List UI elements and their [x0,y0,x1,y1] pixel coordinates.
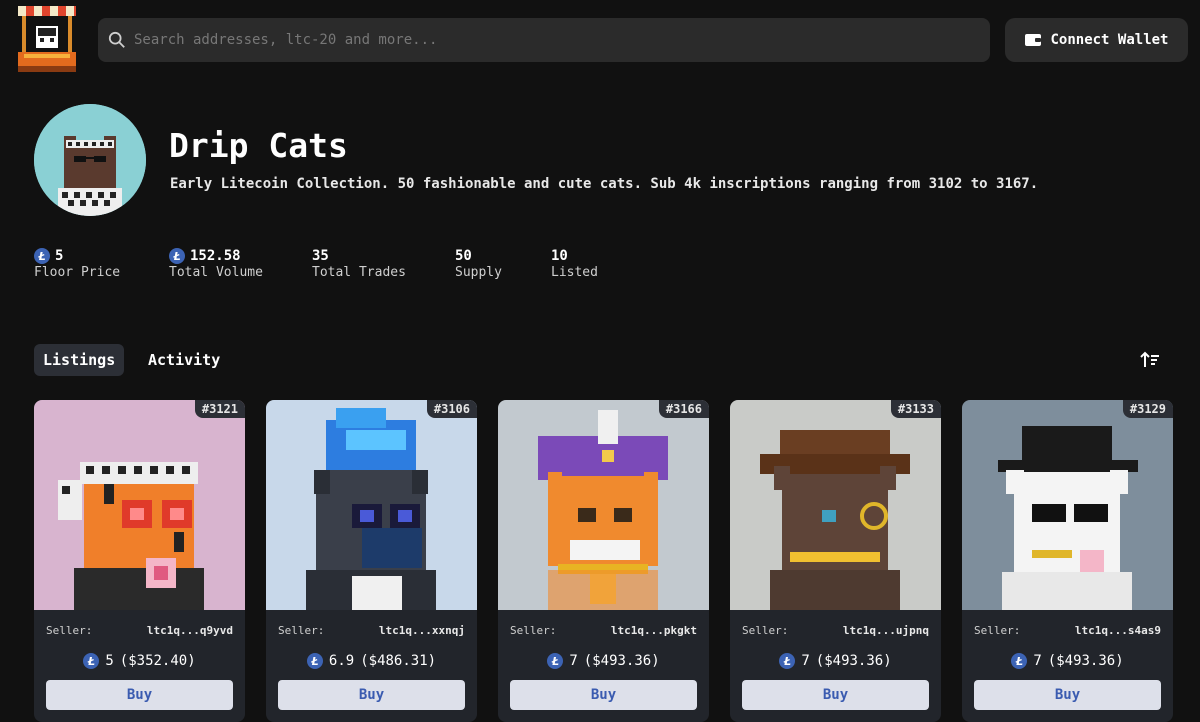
seller-label: Seller: [278,624,325,637]
litecoin-icon: Ł [779,653,796,669]
collection-title: Drip Cats [169,126,348,165]
stat-total-volume: Ł 152.58 Total Volume [169,248,263,280]
seller-address[interactable]: ltc1q...ujpnq [843,624,929,637]
inscription-badge: #3133 [890,400,941,418]
stat-value: 50 [455,248,472,264]
nft-image[interactable]: #3106 [266,400,477,610]
collection-avatar [34,104,146,216]
seller-label: Seller: [742,624,789,637]
litecoin-icon: Ł [34,248,50,264]
stat-value: 35 [312,248,329,264]
seller-row: Seller: ltc1q...pkgkt [510,624,697,637]
stat-label: Total Volume [169,265,263,280]
stat-value: 152.58 [190,248,241,264]
search-bar[interactable] [98,18,990,62]
site-logo[interactable] [14,4,80,74]
litecoin-icon: Ł [306,653,323,669]
tab-listings[interactable]: Listings [34,344,125,376]
nft-image[interactable]: #3166 [498,400,709,610]
stat-value: 5 [55,248,64,264]
price-row: Ł 7 ($493.36) [962,653,1173,669]
stat-label: Supply [455,265,502,280]
seller-label: Seller: [974,624,1021,637]
litecoin-icon: Ł [83,653,100,669]
stat-label: Floor Price [34,265,121,280]
seller-address[interactable]: ltc1q...xxnqj [379,624,465,637]
litecoin-icon: Ł [547,653,564,669]
tab-activity[interactable]: Activity [139,344,229,376]
connect-wallet-button[interactable]: Connect Wallet [1005,18,1188,62]
price-usd: ($493.36) [1047,653,1124,669]
litecoin-icon: Ł [169,248,185,264]
connect-wallet-label: Connect Wallet [1050,32,1169,48]
search-input[interactable] [134,32,974,48]
price-ltc: 5 [105,653,114,669]
price-usd: ($493.36) [583,653,660,669]
listing-card[interactable]: #3166 Seller: ltc1q...pkgkt Ł 7 ($493.36… [498,400,709,722]
stat-listed: 10 Listed [551,248,598,280]
price-row: Ł 5 ($352.40) [34,653,245,669]
price-usd: ($493.36) [815,653,892,669]
price-usd: ($486.31) [360,653,437,669]
seller-row: Seller: ltc1q...ujpnq [742,624,929,637]
nft-image[interactable]: #3121 [34,400,245,610]
inscription-badge: #3166 [658,400,709,418]
listing-card[interactable]: #3129 Seller: ltc1q...s4as9 Ł 7 ($493.36… [962,400,1173,722]
seller-address[interactable]: ltc1q...q9yvd [147,624,233,637]
price-usd: ($352.40) [119,653,196,669]
stat-label: Listed [551,265,598,280]
seller-row: Seller: ltc1q...s4as9 [974,624,1161,637]
seller-row: Seller: ltc1q...xxnqj [278,624,465,637]
search-icon [108,31,125,48]
stat-floor-price: Ł5 Floor Price [34,248,120,280]
seller-address[interactable]: ltc1q...pkgkt [611,624,697,637]
stat-total-trades: 35 Total Trades [312,248,406,280]
listing-card[interactable]: #3133 Seller: ltc1q...ujpnq Ł 7 ($493.36… [730,400,941,722]
inscription-badge: #3121 [194,400,245,418]
stat-supply: 50 Supply [455,248,502,280]
nft-image[interactable]: #3133 [730,400,941,610]
buy-button[interactable]: Buy [974,680,1161,710]
inscription-badge: #3129 [1122,400,1173,418]
wallet-icon [1025,34,1042,46]
buy-button[interactable]: Buy [278,680,465,710]
sort-icon[interactable] [1140,350,1160,370]
buy-button[interactable]: Buy [46,680,233,710]
seller-address[interactable]: ltc1q...s4as9 [1075,624,1161,637]
price-row: Ł 6.9 ($486.31) [266,653,477,669]
seller-label: Seller: [46,624,93,637]
buy-button[interactable]: Buy [742,680,929,710]
seller-row: Seller: ltc1q...q9yvd [46,624,233,637]
buy-button[interactable]: Buy [510,680,697,710]
price-row: Ł 7 ($493.36) [498,653,709,669]
litecoin-icon: Ł [1011,653,1028,669]
listing-card[interactable]: #3121 Seller: ltc1q...q9yvd Ł 5 ($352.40… [34,400,245,722]
seller-label: Seller: [510,624,557,637]
price-ltc: 7 [569,653,578,669]
price-row: Ł 7 ($493.36) [730,653,941,669]
nft-image[interactable]: #3129 [962,400,1173,610]
stat-value: 10 [551,248,568,264]
inscription-badge: #3106 [426,400,477,418]
price-ltc: 7 [1033,653,1042,669]
collection-description: Early Litecoin Collection. 50 fashionabl… [170,176,1039,192]
price-ltc: 7 [801,653,810,669]
listing-card[interactable]: #3106 Seller: ltc1q...xxnqj Ł 6.9 ($486.… [266,400,477,722]
price-ltc: 6.9 [328,653,355,669]
stat-label: Total Trades [312,265,406,280]
